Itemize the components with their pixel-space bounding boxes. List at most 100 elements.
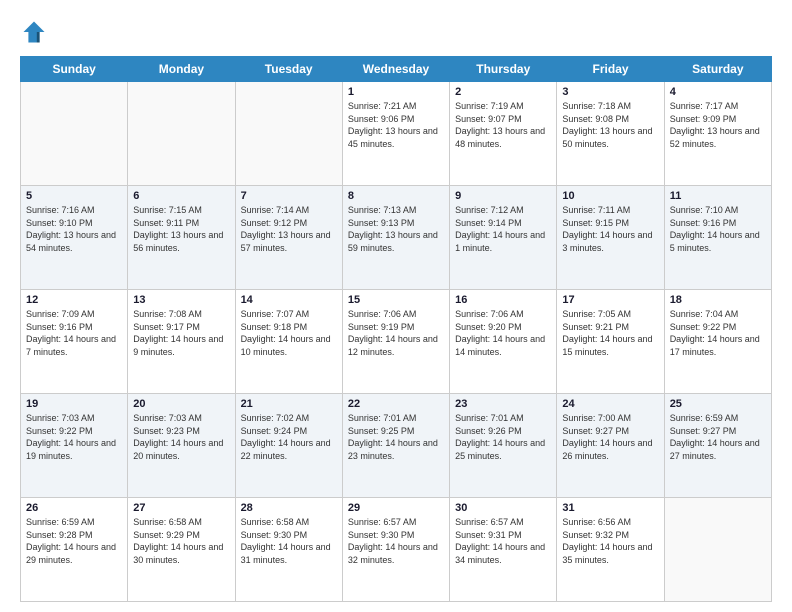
day-info: Sunrise: 7:21 AMSunset: 9:06 PMDaylight:…: [348, 100, 444, 150]
calendar-cell: 21 Sunrise: 7:02 AMSunset: 9:24 PMDayligh…: [235, 394, 342, 498]
day-header-monday: Monday: [128, 57, 235, 82]
calendar-cell: 16 Sunrise: 7:06 AMSunset: 9:20 PMDayligh…: [450, 290, 557, 394]
day-info: Sunrise: 7:03 AMSunset: 9:23 PMDaylight:…: [133, 412, 229, 462]
day-number: 4: [670, 86, 766, 98]
day-header-wednesday: Wednesday: [342, 57, 449, 82]
day-number: 2: [455, 86, 551, 98]
day-number: 21: [241, 398, 337, 410]
day-info: Sunrise: 6:59 AMSunset: 9:28 PMDaylight:…: [26, 516, 122, 566]
calendar-cell: 4 Sunrise: 7:17 AMSunset: 9:09 PMDaylight…: [664, 82, 771, 186]
day-number: 12: [26, 294, 122, 306]
day-number: 27: [133, 502, 229, 514]
day-number: 20: [133, 398, 229, 410]
day-number: 15: [348, 294, 444, 306]
calendar-cell: 17Sunrise: 7:05 AMSunset: 9:21 PMDayligh…: [557, 290, 664, 394]
day-info: Sunrise: 6:57 AMSunset: 9:31 PMDaylight:…: [455, 516, 551, 566]
day-number: 10: [562, 190, 658, 202]
day-info: Sunrise: 6:56 AMSunset: 9:32 PMDaylight:…: [562, 516, 658, 566]
calendar-cell: 14 Sunrise: 7:07 AMSunset: 9:18 PMDayligh…: [235, 290, 342, 394]
calendar-cell: 29Sunrise: 6:57 AMSunset: 9:30 PMDayligh…: [342, 498, 449, 602]
calendar-week-2: 5 Sunrise: 7:16 AMSunset: 9:10 PMDaylight…: [21, 186, 772, 290]
calendar-cell: [235, 82, 342, 186]
calendar-cell: 22Sunrise: 7:01 AMSunset: 9:25 PMDayligh…: [342, 394, 449, 498]
day-header-sunday: Sunday: [21, 57, 128, 82]
day-number: 9: [455, 190, 551, 202]
calendar-week-3: 12 Sunrise: 7:09 AMSunset: 9:16 PMDayligh…: [21, 290, 772, 394]
day-info: Sunrise: 7:14 AMSunset: 9:12 PMDaylight:…: [241, 204, 337, 254]
calendar-week-5: 26 Sunrise: 6:59 AMSunset: 9:28 PMDayligh…: [21, 498, 772, 602]
day-number: 31: [562, 502, 658, 514]
calendar-cell: 20 Sunrise: 7:03 AMSunset: 9:23 PMDayligh…: [128, 394, 235, 498]
calendar-cell: 25 Sunrise: 6:59 AMSunset: 9:27 PMDayligh…: [664, 394, 771, 498]
calendar-cell: 11 Sunrise: 7:10 AMSunset: 9:16 PMDayligh…: [664, 186, 771, 290]
day-info: Sunrise: 7:18 AMSunset: 9:08 PMDaylight:…: [562, 100, 658, 150]
day-info: Sunrise: 7:19 AMSunset: 9:07 PMDaylight:…: [455, 100, 551, 150]
day-number: 1: [348, 86, 444, 98]
calendar-cell: 26 Sunrise: 6:59 AMSunset: 9:28 PMDayligh…: [21, 498, 128, 602]
day-info: Sunrise: 7:08 AMSunset: 9:17 PMDaylight:…: [133, 308, 229, 358]
day-info: Sunrise: 7:17 AMSunset: 9:09 PMDaylight:…: [670, 100, 766, 150]
day-number: 14: [241, 294, 337, 306]
day-number: 11: [670, 190, 766, 202]
day-number: 29: [348, 502, 444, 514]
calendar-cell: 9 Sunrise: 7:12 AMSunset: 9:14 PMDaylight…: [450, 186, 557, 290]
day-number: 18: [670, 294, 766, 306]
day-info: Sunrise: 7:15 AMSunset: 9:11 PMDaylight:…: [133, 204, 229, 254]
calendar-cell: 24Sunrise: 7:00 AMSunset: 9:27 PMDayligh…: [557, 394, 664, 498]
calendar-cell: 2 Sunrise: 7:19 AMSunset: 9:07 PMDaylight…: [450, 82, 557, 186]
day-info: Sunrise: 7:02 AMSunset: 9:24 PMDaylight:…: [241, 412, 337, 462]
day-info: Sunrise: 7:09 AMSunset: 9:16 PMDaylight:…: [26, 308, 122, 358]
day-number: 30: [455, 502, 551, 514]
day-number: 6: [133, 190, 229, 202]
logo: [20, 18, 52, 46]
day-number: 7: [241, 190, 337, 202]
calendar-cell: 8 Sunrise: 7:13 AMSunset: 9:13 PMDaylight…: [342, 186, 449, 290]
calendar-cell: 19 Sunrise: 7:03 AMSunset: 9:22 PMDayligh…: [21, 394, 128, 498]
day-header-tuesday: Tuesday: [235, 57, 342, 82]
day-info: Sunrise: 7:11 AMSunset: 9:15 PMDaylight:…: [562, 204, 658, 254]
calendar-cell: 30 Sunrise: 6:57 AMSunset: 9:31 PMDayligh…: [450, 498, 557, 602]
day-info: Sunrise: 7:16 AMSunset: 9:10 PMDaylight:…: [26, 204, 122, 254]
day-info: Sunrise: 7:01 AMSunset: 9:26 PMDaylight:…: [455, 412, 551, 462]
day-number: 23: [455, 398, 551, 410]
calendar-cell: 3 Sunrise: 7:18 AMSunset: 9:08 PMDaylight…: [557, 82, 664, 186]
calendar-table: SundayMondayTuesdayWednesdayThursdayFrid…: [20, 56, 772, 602]
day-info: Sunrise: 7:03 AMSunset: 9:22 PMDaylight:…: [26, 412, 122, 462]
day-number: 19: [26, 398, 122, 410]
day-number: 28: [241, 502, 337, 514]
day-info: Sunrise: 7:06 AMSunset: 9:20 PMDaylight:…: [455, 308, 551, 358]
day-info: Sunrise: 7:13 AMSunset: 9:13 PMDaylight:…: [348, 204, 444, 254]
day-info: Sunrise: 7:12 AMSunset: 9:14 PMDaylight:…: [455, 204, 551, 254]
calendar-cell: 1 Sunrise: 7:21 AMSunset: 9:06 PMDaylight…: [342, 82, 449, 186]
calendar-cell: 23 Sunrise: 7:01 AMSunset: 9:26 PMDayligh…: [450, 394, 557, 498]
day-info: Sunrise: 7:06 AMSunset: 9:19 PMDaylight:…: [348, 308, 444, 358]
day-info: Sunrise: 7:07 AMSunset: 9:18 PMDaylight:…: [241, 308, 337, 358]
calendar-cell: 7 Sunrise: 7:14 AMSunset: 9:12 PMDaylight…: [235, 186, 342, 290]
calendar-cell: 5 Sunrise: 7:16 AMSunset: 9:10 PMDaylight…: [21, 186, 128, 290]
day-number: 8: [348, 190, 444, 202]
day-info: Sunrise: 7:10 AMSunset: 9:16 PMDaylight:…: [670, 204, 766, 254]
calendar-cell: [664, 498, 771, 602]
day-info: Sunrise: 7:04 AMSunset: 9:22 PMDaylight:…: [670, 308, 766, 358]
day-info: Sunrise: 7:00 AMSunset: 9:27 PMDaylight:…: [562, 412, 658, 462]
day-header-thursday: Thursday: [450, 57, 557, 82]
day-number: 3: [562, 86, 658, 98]
day-info: Sunrise: 6:58 AMSunset: 9:30 PMDaylight:…: [241, 516, 337, 566]
header: [20, 18, 772, 46]
page: SundayMondayTuesdayWednesdayThursdayFrid…: [0, 0, 792, 612]
day-number: 25: [670, 398, 766, 410]
day-number: 5: [26, 190, 122, 202]
day-number: 16: [455, 294, 551, 306]
day-number: 26: [26, 502, 122, 514]
calendar-cell: 28 Sunrise: 6:58 AMSunset: 9:30 PMDayligh…: [235, 498, 342, 602]
day-info: Sunrise: 6:58 AMSunset: 9:29 PMDaylight:…: [133, 516, 229, 566]
calendar-week-1: 1 Sunrise: 7:21 AMSunset: 9:06 PMDaylight…: [21, 82, 772, 186]
logo-icon: [20, 18, 48, 46]
day-number: 17: [562, 294, 658, 306]
day-info: Sunrise: 6:59 AMSunset: 9:27 PMDaylight:…: [670, 412, 766, 462]
day-header-friday: Friday: [557, 57, 664, 82]
calendar-week-4: 19 Sunrise: 7:03 AMSunset: 9:22 PMDayligh…: [21, 394, 772, 498]
day-header-saturday: Saturday: [664, 57, 771, 82]
calendar-cell: 12 Sunrise: 7:09 AMSunset: 9:16 PMDayligh…: [21, 290, 128, 394]
calendar-cell: 27 Sunrise: 6:58 AMSunset: 9:29 PMDayligh…: [128, 498, 235, 602]
